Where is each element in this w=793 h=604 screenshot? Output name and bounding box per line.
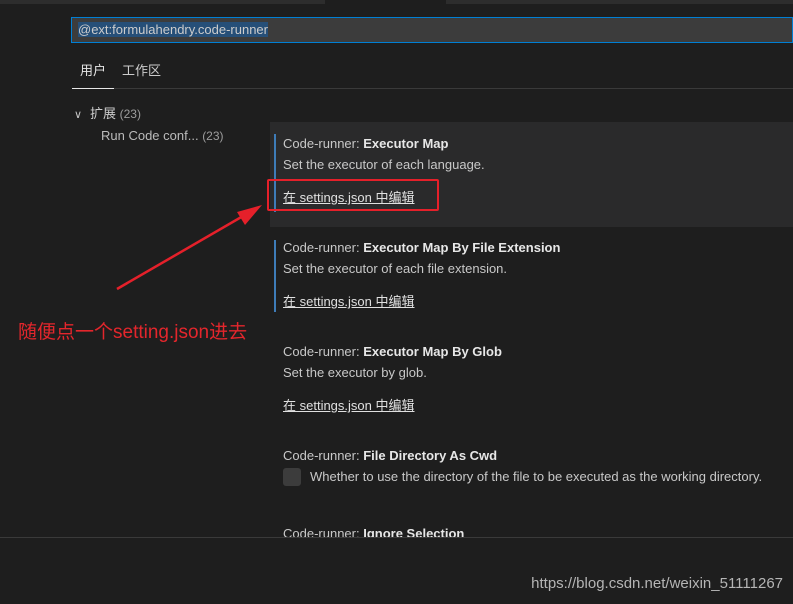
- top-strip: [0, 0, 793, 4]
- setting-name: Executor Map By Glob: [363, 344, 502, 359]
- setting-title: Code-runner: Executor Map By File Extens…: [283, 240, 560, 255]
- setting-name: File Directory As Cwd: [363, 448, 498, 463]
- toc-group-count: (23): [119, 107, 141, 121]
- setting-title: Code-runner: Ignore Selection: [283, 526, 464, 537]
- editor-tab-strip: [446, 0, 793, 4]
- setting-file-directory-as-cwd: Code-runner: File Directory As Cwd Wheth…: [270, 434, 793, 514]
- setting-title: Code-runner: File Directory As Cwd: [283, 448, 497, 463]
- setting-category: Code-runner:: [283, 448, 364, 463]
- toc-item-count: (23): [202, 129, 224, 143]
- setting-description: Set the executor of each language.: [283, 157, 485, 172]
- setting-category: Code-runner:: [283, 344, 364, 359]
- setting-name: Ignore Selection: [363, 526, 465, 537]
- settings-scope-tabs: 用户 工作区: [72, 58, 793, 89]
- setting-name: Executor Map By File Extension: [363, 240, 561, 255]
- file-directory-as-cwd-checkbox[interactable]: [283, 468, 301, 486]
- modified-indicator: [274, 240, 276, 312]
- setting-category: Code-runner:: [283, 240, 364, 255]
- annotation-arrow-line: [116, 210, 251, 291]
- edit-in-settings-json-link[interactable]: 在 settings.json 中编辑: [283, 395, 415, 414]
- setting-description: Set the executor by glob.: [283, 365, 427, 380]
- tab-workspace[interactable]: 工作区: [114, 58, 169, 88]
- setting-category: Code-runner:: [283, 136, 364, 151]
- toc-group-extensions[interactable]: ∨ 扩展 (23): [74, 104, 141, 124]
- setting-executor-map-by-file-extension: Code-runner: Executor Map By File Extens…: [270, 226, 793, 330]
- settings-search-input[interactable]: @ext:formulahendry.code-runner: [71, 17, 793, 43]
- editor-tab-strip: [0, 0, 325, 4]
- panel-divider: [0, 537, 793, 538]
- toc-item-run-code[interactable]: Run Code conf... (23): [101, 126, 224, 146]
- chevron-down-icon: ∨: [74, 109, 83, 121]
- setting-description: Whether to use the directory of the file…: [310, 469, 763, 484]
- setting-description: Set the executor of each file extension.: [283, 261, 508, 276]
- annotation-arrow-head: [237, 205, 262, 225]
- edit-in-settings-json-link[interactable]: 在 settings.json 中编辑: [283, 291, 415, 310]
- setting-title: Code-runner: Executor Map By Glob: [283, 344, 502, 359]
- setting-executor-map-by-glob: Code-runner: Executor Map By Glob Set th…: [270, 330, 793, 434]
- setting-name: Executor Map: [363, 136, 449, 151]
- toc-item-label: Run Code conf...: [101, 128, 199, 143]
- search-value: @ext:formulahendry.code-runner: [78, 22, 268, 37]
- annotation-highlight-box: [267, 179, 439, 211]
- tab-user[interactable]: 用户: [72, 58, 115, 89]
- setting-title: Code-runner: Executor Map: [283, 136, 448, 151]
- annotation-text: 随便点一个setting.json进去: [18, 322, 248, 343]
- watermark: https://blog.csdn.net/weixin_51111267: [531, 575, 783, 592]
- setting-ignore-selection: Code-runner: Ignore Selection: [270, 512, 793, 537]
- toc-group-label: 扩展: [90, 106, 117, 121]
- setting-executor-map: Code-runner: Executor Map Set the execut…: [270, 122, 793, 227]
- setting-category: Code-runner:: [283, 526, 364, 537]
